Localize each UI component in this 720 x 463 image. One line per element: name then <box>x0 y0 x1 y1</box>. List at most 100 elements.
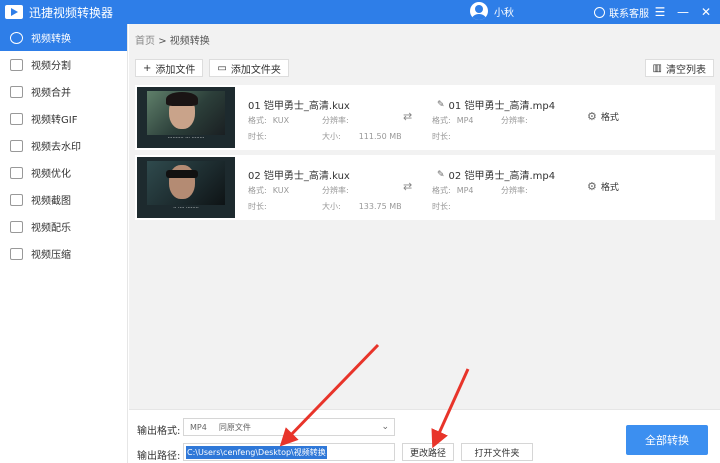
pencil-icon[interactable]: ✎ <box>437 100 445 110</box>
sidebar: 视频转换 视频分割 视频合并 视频转GIF 视频去水印 视频优化 视频截图 视频… <box>0 24 128 463</box>
main-area: 首页 > 视频转换 + 添加文件 ▭ 添加文件夹 ▥ 清空列表 ········… <box>129 24 720 409</box>
output-format: 格式: MP4 <box>432 186 474 195</box>
breadcrumb-current: 视频转换 <box>169 36 210 47</box>
file-row[interactable]: ·········· ··· ········ 01 铠甲勇士_高清.kux 格… <box>135 85 715 150</box>
sidebar-item-video-music[interactable]: 视频配乐 <box>0 213 127 240</box>
breadcrumb-separator: > <box>158 36 167 47</box>
gif-icon <box>10 112 23 125</box>
source-format: 格式: KUX <box>248 186 290 195</box>
output-settings-bar: 输出格式: MP4 同原文件 ⌄ 输出路径: C:\Users\cenfeng\… <box>129 409 720 463</box>
sidebar-item-remove-watermark[interactable]: 视频去水印 <box>0 132 127 159</box>
contact-service-label: 联系客服 <box>609 9 649 20</box>
source-resolution: 分辨率: <box>322 116 349 125</box>
source-format: 格式: KUX <box>248 116 290 125</box>
convert-arrow-icon: ⇄ <box>403 110 413 123</box>
add-file-label: 添加文件 <box>155 64 196 76</box>
sidebar-item-label: 视频转换 <box>31 34 71 45</box>
sidebar-item-label: 视频截图 <box>31 196 71 207</box>
output-file-name-label: 01 铠甲勇士_高清.mp4 <box>448 101 556 112</box>
source-duration: 时长: <box>248 132 267 141</box>
gear-icon: ⚙ <box>587 180 597 193</box>
add-file-button[interactable]: + 添加文件 <box>135 59 204 77</box>
source-resolution: 分辨率: <box>322 186 349 195</box>
toolbar: + 添加文件 ▭ 添加文件夹 <box>135 59 289 77</box>
pencil-icon[interactable]: ✎ <box>437 170 445 180</box>
output-path-input[interactable]: C:\Users\cenfeng\Desktop\视频转换 <box>183 443 395 461</box>
output-file-name[interactable]: ✎ 02 铠甲勇士_高清.mp4 <box>437 167 556 183</box>
source-file-name: 02 铠甲勇士_高清.kux <box>248 171 350 182</box>
menu-button[interactable]: ☰ <box>650 0 670 24</box>
output-file-name-label: 02 铠甲勇士_高清.mp4 <box>448 171 556 182</box>
output-resolution: 分辨率: <box>501 116 528 125</box>
folder-icon: ▭ <box>217 62 227 74</box>
output-path-label: 输出路径: <box>137 451 181 462</box>
compress-icon <box>10 247 23 260</box>
minimize-button[interactable]: — <box>673 0 693 24</box>
add-folder-label: 添加文件夹 <box>230 64 281 76</box>
sidebar-item-video-merge[interactable]: 视频合并 <box>0 78 127 105</box>
split-icon <box>10 58 23 71</box>
sidebar-item-label: 视频优化 <box>31 169 71 180</box>
source-size: 大小: 133.75 MB <box>322 202 402 211</box>
optimize-icon <box>10 166 23 179</box>
output-format: 格式: MP4 <box>432 116 474 125</box>
merge-icon <box>10 85 23 98</box>
source-size: 大小: 111.50 MB <box>322 132 402 141</box>
sidebar-item-video-compress[interactable]: 视频压缩 <box>0 240 127 267</box>
music-icon <box>10 220 23 233</box>
format-settings-label: 格式 <box>600 113 619 123</box>
clear-list-button[interactable]: ▥ 清空列表 <box>644 59 714 77</box>
gear-icon: ⚙ <box>587 110 597 123</box>
output-duration: 时长: <box>432 202 451 211</box>
contact-service-button[interactable]: 联系客服 <box>594 5 649 20</box>
output-duration: 时长: <box>432 132 451 141</box>
sidebar-item-label: 视频去水印 <box>31 142 81 153</box>
convert-arrow-icon: ⇄ <box>403 180 413 193</box>
sidebar-item-video-optimize[interactable]: 视频优化 <box>0 159 127 186</box>
format-settings-button[interactable]: ⚙ 格式 <box>587 180 619 193</box>
source-file-name: 01 铠甲勇士_高清.kux <box>248 101 350 112</box>
trash-icon: ▥ <box>652 62 662 74</box>
source-duration: 时长: <box>248 202 267 211</box>
title-bar: 迅捷视频转换器 小秋 联系客服 ☰ — ✕ <box>0 0 720 24</box>
sidebar-item-label: 视频分割 <box>31 61 71 72</box>
add-folder-button[interactable]: ▭ 添加文件夹 <box>209 59 289 77</box>
image-icon <box>10 193 23 206</box>
sidebar-item-label: 视频压缩 <box>31 250 71 261</box>
user-area[interactable]: 小秋 <box>470 2 514 20</box>
sidebar-item-label: 视频转GIF <box>31 115 78 126</box>
video-thumbnail: ·· ···· ········ <box>137 157 235 218</box>
avatar[interactable] <box>470 2 488 20</box>
format-settings-label: 格式 <box>600 183 619 193</box>
app-logo-icon <box>5 5 23 19</box>
sidebar-item-label: 视频合并 <box>31 88 71 99</box>
breadcrumb-home[interactable]: 首页 <box>135 36 155 47</box>
open-folder-button[interactable]: 打开文件夹 <box>461 443 533 461</box>
chat-icon <box>594 7 605 18</box>
sidebar-item-video-screenshot[interactable]: 视频截图 <box>0 186 127 213</box>
output-format-select[interactable]: MP4 同原文件 ⌄ <box>183 418 395 436</box>
format-settings-button[interactable]: ⚙ 格式 <box>587 110 619 123</box>
video-thumbnail: ·········· ··· ········ <box>137 87 235 148</box>
clear-list-label: 清空列表 <box>666 64 706 76</box>
output-format-quality: 同原文件 <box>218 422 251 432</box>
sidebar-item-video-gif[interactable]: 视频转GIF <box>0 105 127 132</box>
output-format-value: MP4 <box>190 422 207 432</box>
watermark-icon <box>10 139 23 152</box>
close-button[interactable]: ✕ <box>696 0 716 24</box>
convert-all-button[interactable]: 全部转换 <box>626 425 708 455</box>
app-title: 迅捷视频转换器 <box>29 5 114 20</box>
output-file-name[interactable]: ✎ 01 铠甲勇士_高清.mp4 <box>437 97 556 113</box>
breadcrumb: 首页 > 视频转换 <box>135 32 210 47</box>
change-path-button[interactable]: 更改路径 <box>402 443 454 461</box>
sidebar-item-video-split[interactable]: 视频分割 <box>0 51 127 78</box>
plus-icon: + <box>143 62 152 74</box>
user-name[interactable]: 小秋 <box>494 4 514 19</box>
convert-icon <box>10 31 23 44</box>
sidebar-item-video-convert[interactable]: 视频转换 <box>0 24 127 51</box>
output-resolution: 分辨率: <box>501 186 528 195</box>
output-format-label: 输出格式: <box>137 426 181 437</box>
chevron-down-icon: ⌄ <box>381 422 389 432</box>
file-row[interactable]: ·· ···· ········ 02 铠甲勇士_高清.kux 格式: KUX 分… <box>135 155 715 220</box>
output-path-value: C:\Users\cenfeng\Desktop\视频转换 <box>186 445 327 459</box>
